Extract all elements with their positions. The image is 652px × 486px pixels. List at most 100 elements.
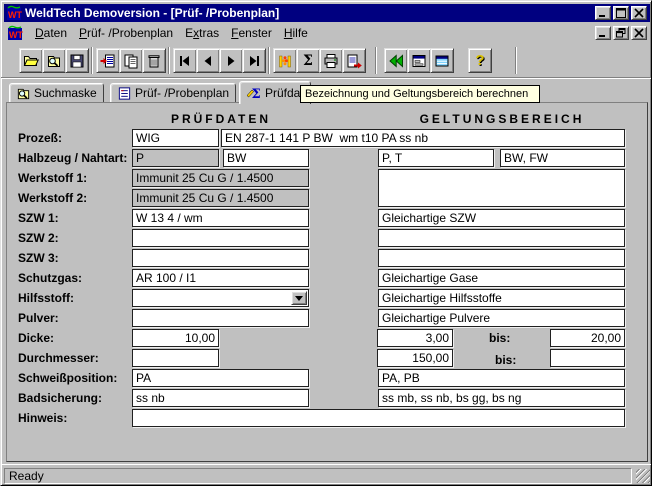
pulver-scope-input[interactable] (378, 309, 625, 327)
label-durchmesser: Durchmesser: (18, 351, 99, 365)
grid-window-button[interactable] (430, 48, 454, 73)
svg-text:Σ: Σ (252, 87, 261, 101)
dicke-von-input[interactable] (377, 329, 453, 347)
szw3-input[interactable] (132, 249, 309, 267)
label-szw2: SZW 2: (18, 231, 59, 245)
hilfsstoff-dropdown-button[interactable] (291, 291, 307, 305)
first-record-button[interactable] (173, 48, 197, 73)
durchmesser-von-input[interactable] (377, 349, 453, 367)
gase-scope-input[interactable] (378, 269, 625, 287)
label-hinweis: Hinweis: (18, 411, 67, 425)
hinweis-input[interactable] (132, 409, 625, 427)
durchmesser-bis-input[interactable] (550, 349, 625, 367)
search-icon (16, 86, 31, 101)
label-durchmesser-bis: bis: (495, 353, 516, 367)
tab-suchmaske[interactable]: Suchmaske (9, 83, 104, 103)
export-button[interactable] (342, 48, 366, 73)
delete-button[interactable] (142, 48, 166, 73)
dicke-input[interactable] (132, 329, 219, 347)
last-record-button[interactable] (242, 48, 266, 73)
maximize-button[interactable] (613, 6, 629, 20)
menu-daten[interactable]: Daten (29, 24, 73, 42)
help-button[interactable]: ? (468, 48, 492, 73)
resize-grip[interactable] (636, 469, 650, 483)
tab-label: Prüfdat (265, 86, 304, 100)
badsicherung-scope-input[interactable] (378, 389, 625, 407)
mdi-restore-button[interactable] (613, 26, 629, 40)
next-record-button[interactable] (219, 48, 243, 73)
app-window: WT WeldTech Demoversion - [Prüf- /Proben… (0, 0, 652, 486)
sum-icon: Σ (303, 54, 313, 68)
badsicherung-input[interactable] (132, 389, 309, 407)
label-pulver: Pulver: (18, 311, 59, 325)
status-message: Ready (4, 468, 632, 484)
label-halbzeug-nahtart: Halbzeug / Nahtart: (18, 151, 127, 165)
label-dicke: Dicke: (18, 331, 54, 345)
szw1-input[interactable] (132, 209, 309, 227)
geltungsbereich-header: GELTUNGSBEREICH (378, 112, 626, 126)
nahtart-scope-input[interactable] (500, 149, 625, 167)
minimize-button[interactable] (595, 6, 611, 20)
previous-record-button[interactable] (196, 48, 220, 73)
svg-text:WT: WT (8, 10, 22, 20)
werkstoff1-input[interactable] (132, 169, 309, 187)
app-logo-icon: WT (6, 5, 22, 21)
hilfsstoffe-scope-input[interactable] (378, 289, 625, 307)
label-werkstoff2: Werkstoff 2: (18, 191, 87, 205)
szw3-scope-input[interactable] (378, 249, 625, 267)
exit-button[interactable] (384, 48, 408, 73)
menu-extras[interactable]: Extras (179, 24, 225, 42)
menu-fenster[interactable]: Fenster (225, 24, 278, 42)
werkstoff2-input[interactable] (132, 189, 309, 207)
toolbar: Σ ? (1, 45, 652, 78)
add-record-button[interactable] (96, 48, 120, 73)
open-button[interactable] (19, 48, 43, 73)
dicke-bis-input[interactable] (550, 329, 625, 347)
print-button[interactable] (319, 48, 343, 73)
tooltip: Bezeichnung und Geltungsbereich berechne… (300, 85, 540, 103)
mdi-close-button[interactable] (631, 26, 647, 40)
schutzgas-input[interactable] (132, 269, 309, 287)
prozess-input[interactable] (132, 129, 219, 147)
hilfsstoff-combobox[interactable] (132, 289, 309, 307)
schweissposition-input[interactable] (132, 369, 309, 387)
halbzeug-scope-input[interactable] (378, 149, 494, 167)
label-werkstoff1: Werkstoff 1: (18, 171, 87, 185)
tooltip-text: Bezeichnung und Geltungsbereich berechne… (305, 88, 528, 100)
label-dicke-bis: bis: (489, 331, 510, 345)
sum-button[interactable]: Σ (296, 48, 320, 73)
toolbar-separator (515, 47, 517, 74)
menu-pruef-probenplan[interactable]: Prüf- /Probenplan (73, 24, 179, 42)
form-window-button[interactable] (407, 48, 431, 73)
weld-seam-button[interactable] (273, 48, 297, 73)
szw2-input[interactable] (132, 229, 309, 247)
toolbar-separator (91, 47, 93, 74)
label-hilfsstoff: Hilfsstoff: (18, 291, 74, 305)
mdi-document-icon[interactable]: WT (7, 25, 23, 41)
close-button[interactable] (631, 6, 647, 20)
tab-pruef-probenplan[interactable]: Prüf- /Probenplan (110, 83, 236, 103)
save-button[interactable] (65, 48, 89, 73)
nahtart-input[interactable] (223, 149, 309, 167)
tab-label: Prüf- /Probenplan (135, 86, 229, 100)
szw1-scope-input[interactable] (378, 209, 625, 227)
status-bar: Ready (1, 464, 652, 485)
halbzeug-input[interactable] (132, 149, 219, 167)
mdi-minimize-button[interactable] (595, 26, 611, 40)
szw2-scope-input[interactable] (378, 229, 625, 247)
document-icon (117, 86, 132, 101)
schweissposition-scope-input[interactable] (378, 369, 625, 387)
durchmesser-input[interactable] (132, 349, 219, 367)
help-icon: ? (475, 53, 484, 68)
find-button[interactable] (42, 48, 66, 73)
chevron-down-icon (295, 296, 303, 301)
werkstoff-scope-box[interactable] (378, 169, 625, 207)
copy-button[interactable] (119, 48, 143, 73)
menu-hilfe[interactable]: Hilfe (278, 24, 314, 42)
title-bar[interactable]: WT WeldTech Demoversion - [Prüf- /Proben… (4, 4, 650, 22)
label-prozess: Prozeß: (18, 131, 62, 145)
svg-text:WT: WT (9, 30, 23, 40)
pulver-input[interactable] (132, 309, 309, 327)
toolbar-separator (375, 47, 377, 74)
bezeichnung-input[interactable] (221, 129, 625, 147)
